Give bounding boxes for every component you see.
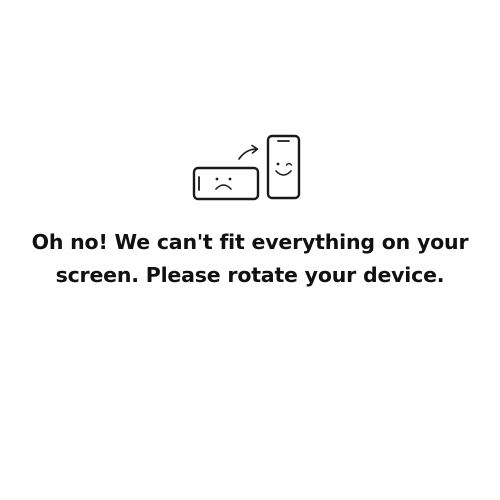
smiling-portrait-phone-icon	[266, 134, 301, 200]
rotate-arrow-icon	[238, 144, 259, 160]
rotate-device-screen: Oh no! We can't fit everything on your s…	[0, 0, 500, 500]
rotate-device-message: Oh no! We can't fit everything on your s…	[0, 226, 500, 292]
rotate-device-illustration	[190, 132, 305, 204]
sad-landscape-phone-icon	[192, 166, 260, 201]
message-line-1: Oh no! We can't fit everything on your	[31, 230, 469, 254]
message-line-2: screen. Please rotate your device.	[55, 263, 445, 287]
